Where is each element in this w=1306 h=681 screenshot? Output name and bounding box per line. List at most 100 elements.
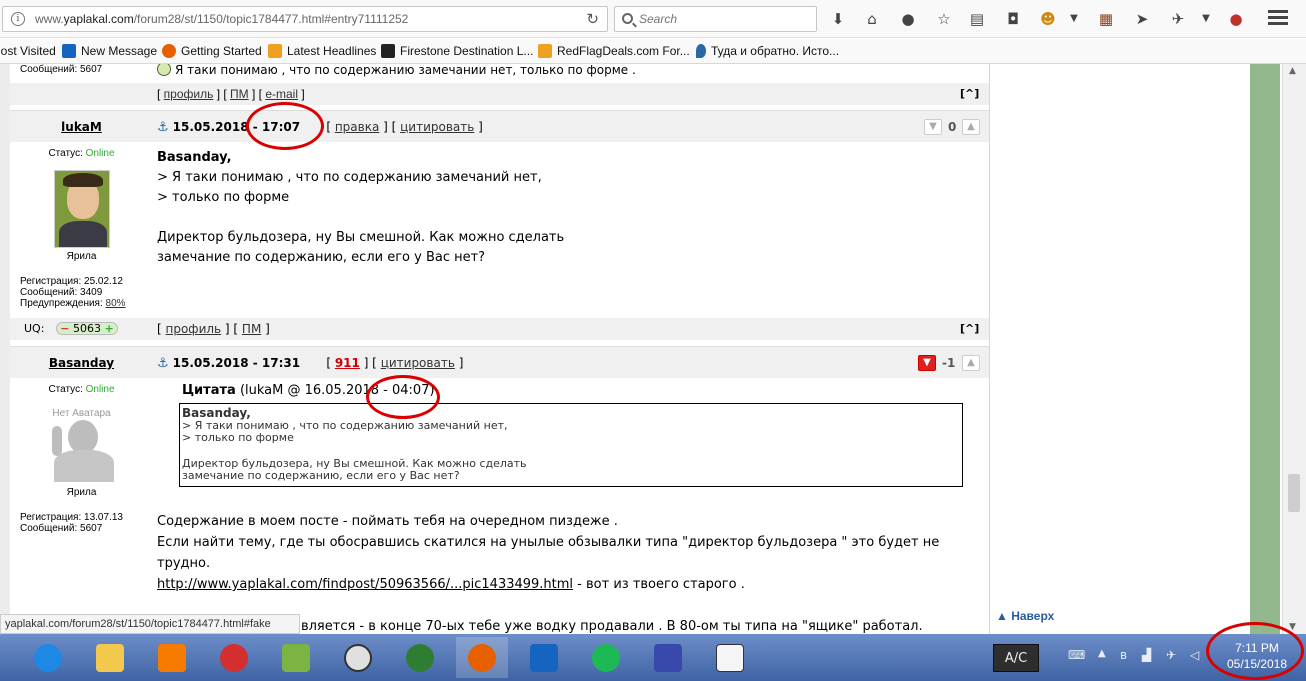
bookmark-latest-headlines[interactable]: Latest Headlines [268, 44, 376, 58]
right-sidebar [991, 64, 1281, 634]
bookmark-star-icon[interactable]: ☆ [934, 9, 954, 29]
reading-list-icon[interactable]: ▤ [967, 9, 987, 29]
chevron-down-icon[interactable]: ▼ [1196, 9, 1216, 29]
rss-icon [538, 44, 552, 58]
extension-circles-icon[interactable]: ● [1226, 9, 1246, 29]
extension-plane-icon[interactable]: ✈ [1168, 9, 1188, 29]
w-app-icon[interactable] [270, 637, 322, 678]
media-player-icon[interactable] [146, 637, 198, 678]
ac-button[interactable]: A/C [993, 644, 1039, 672]
post-time: 17:31 [261, 356, 301, 370]
post-rating: 0 [948, 120, 957, 134]
windows-taskbar: A/C ⌨ ▲ ʙ ▟ ✈ ◁ 7:11 PM 05/15/2018 [0, 634, 1306, 681]
spotify-icon[interactable] [580, 637, 632, 678]
scroll-thumb[interactable] [1288, 474, 1300, 512]
post-author[interactable]: lukaM [10, 120, 153, 134]
bookmark-new-message[interactable]: New Message [62, 44, 157, 58]
menu-icon[interactable] [1268, 10, 1288, 26]
back-to-top-link[interactable]: ▲ Наверх [996, 609, 1054, 623]
home-icon[interactable]: ⌂ [862, 9, 882, 29]
post-author[interactable]: Basanday [10, 356, 153, 370]
network-icon[interactable]: ▟ [1142, 648, 1151, 662]
bluetooth-icon[interactable]: ʙ [1120, 648, 1127, 662]
default-avatar-icon [48, 420, 120, 482]
quote-link[interactable]: цитировать [400, 120, 474, 134]
firefox-taskbar-icon[interactable] [456, 637, 508, 678]
no-avatar-label: Нет Аватара [52, 408, 111, 419]
user-title: Ярила [66, 251, 97, 262]
pushpin-app-icon[interactable] [208, 637, 260, 678]
post-text-line: замечание по содержанию, если его у Вас … [157, 250, 486, 265]
quote-line: > Я таки понимаю , что по содержанию зам… [182, 419, 508, 432]
reg-date: 13.07.13 [84, 512, 123, 523]
edit-link[interactable]: правка [335, 120, 380, 134]
chevron-up-icon[interactable]: ▲ [1098, 648, 1106, 659]
reg-date: 25.02.12 [84, 276, 123, 287]
extension-film-icon[interactable]: ▦ [1096, 9, 1116, 29]
page-right-margin [1250, 64, 1280, 634]
chat-icon[interactable]: ● [898, 9, 918, 29]
download-icon[interactable]: ⬇ [828, 9, 848, 29]
green-app-icon[interactable] [394, 637, 446, 678]
scroll-top-link[interactable]: [^] [960, 87, 979, 100]
post-count: 5607 [80, 523, 103, 534]
quote-line: > Я таки понимаю , что по содержанию зам… [157, 170, 542, 185]
plus-icon[interactable]: + [105, 322, 114, 335]
bookmark-getting-started[interactable]: Getting Started [162, 44, 262, 58]
post-body: Статус: Online Нет Аватара Ярила Регистр… [10, 378, 989, 634]
outlook-taskbar-icon[interactable] [518, 637, 570, 678]
volume-icon[interactable]: ◁ [1190, 648, 1199, 662]
post-date: 15.05.2018 [172, 356, 249, 370]
pocket-icon[interactable]: ◘ [1003, 9, 1023, 29]
extension-face-icon[interactable]: ☻ [1038, 9, 1058, 29]
clock-app-icon[interactable] [332, 637, 384, 678]
quote-block: Basanday, > Я таки понимаю , что по соде… [179, 403, 963, 487]
quote-line: > только по форме [157, 190, 290, 205]
info-icon[interactable]: i [11, 12, 25, 26]
thumbs-down-icon[interactable]: ▼ [918, 355, 936, 371]
scroll-up-icon[interactable]: ▲ [1289, 66, 1296, 76]
chart-app-icon[interactable] [704, 637, 756, 678]
quote-link[interactable]: цитировать [381, 356, 455, 370]
floppy-app-icon[interactable] [642, 637, 694, 678]
post-rating: -1 [942, 356, 956, 370]
thumbs-down-icon[interactable]: ▼ [924, 119, 942, 135]
email-link[interactable]: e-mail [265, 87, 298, 101]
search-box[interactable] [614, 6, 817, 32]
profile-link[interactable]: профиль [166, 322, 222, 336]
annotation-circle [366, 375, 440, 419]
thumbs-up-icon[interactable]: ▲ [962, 119, 980, 135]
send-icon[interactable]: ➤ [1132, 9, 1152, 29]
file-explorer-icon[interactable] [84, 637, 136, 678]
pin-tray-icon[interactable]: ✈ [1166, 648, 1176, 662]
minus-icon[interactable]: − [60, 322, 69, 335]
reload-icon[interactable]: ↻ [586, 10, 599, 28]
chevron-down-icon[interactable]: ▼ [1064, 9, 1084, 29]
profile-link[interactable]: профиль [164, 87, 214, 101]
bookmark-tuda-i-obratno[interactable]: Туда и обратно. Исто... [696, 44, 839, 58]
bookmark-firestone[interactable]: Firestone Destination L... [381, 44, 533, 58]
page-scrollbar[interactable]: ▲ ▼ [1282, 64, 1306, 634]
anchor-icon[interactable]: ⚓ [157, 120, 169, 135]
post-text-line: трудно. [157, 556, 211, 571]
prev-post-footer: [ профиль ] [ ПМ ] [ e-mail ] [^] [10, 83, 989, 105]
keyboard-icon[interactable]: ⌨ [1068, 648, 1085, 662]
findpost-link[interactable]: http://www.yaplakal.com/findpost/5096356… [157, 577, 573, 592]
url-bar[interactable]: i www.yaplakal.com/forum28/st/1150/topic… [2, 6, 608, 32]
internet-explorer-icon[interactable] [22, 637, 74, 678]
thumbs-up-icon[interactable]: ▲ [962, 355, 980, 371]
pin-icon [696, 44, 706, 58]
pm-link[interactable]: ПМ [230, 87, 249, 101]
annotation-circle [1206, 622, 1304, 680]
warnings-link[interactable]: 80% [106, 298, 126, 309]
search-input[interactable] [639, 11, 809, 27]
pm-link[interactable]: ПМ [242, 322, 261, 336]
bookmark-redflagdeals[interactable]: RedFlagDeals.com For... [538, 44, 690, 58]
avatar [54, 170, 110, 248]
scroll-top-link[interactable]: [^] [960, 322, 979, 335]
prev-post-count: Сообщений: 5607 [20, 64, 103, 75]
rating-link[interactable]: 911 [335, 356, 360, 370]
anchor-icon[interactable]: ⚓ [157, 356, 169, 371]
bookmark-most-visited[interactable]: lost Visited [0, 44, 56, 58]
post-body: Статус: Online Ярила Регистрация: 25.02.… [10, 142, 989, 318]
